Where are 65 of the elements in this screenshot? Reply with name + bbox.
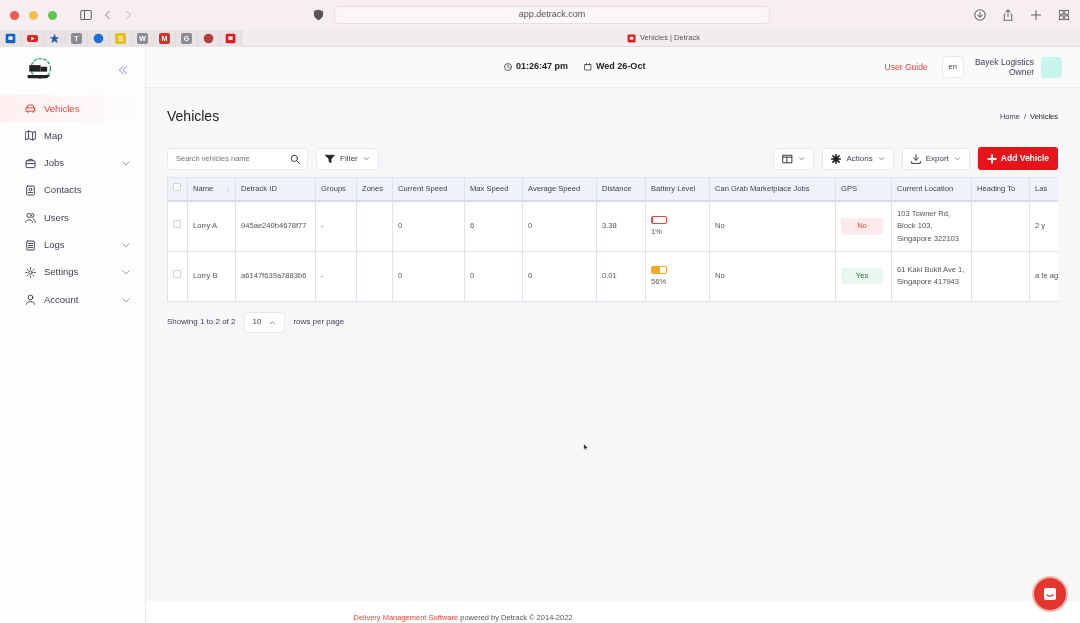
document-icon	[25, 239, 36, 251]
briefcase-icon	[25, 157, 36, 169]
filter-icon	[325, 153, 335, 164]
time-text: 01:26:47 pm	[516, 60, 569, 74]
contact-card-icon	[25, 185, 36, 197]
battery-icon	[652, 267, 666, 274]
clock-icon	[504, 63, 512, 71]
checkbox[interactable]	[173, 183, 181, 192]
rows-per-page-label: rows per page	[293, 316, 345, 329]
sidebar-item[interactable]: Contacts	[0, 176, 145, 205]
chat-icon	[1042, 586, 1058, 602]
actions-button[interactable]: Actions	[822, 147, 894, 170]
caret-icon	[798, 155, 806, 163]
user-role: Owner	[1008, 67, 1034, 78]
search-icon	[290, 153, 300, 164]
bookmark-icon[interactable]	[49, 32, 60, 44]
checkbox[interactable]	[173, 220, 181, 229]
car-icon	[25, 103, 36, 115]
caret-icon	[953, 155, 961, 163]
plus-icon	[986, 153, 997, 164]
page-title: Vehicles	[167, 108, 220, 125]
sidebar-item[interactable]: Logs	[0, 231, 145, 259]
date-text: Wed 26-Oct	[596, 60, 646, 74]
rows-per-page-select[interactable]: 10	[243, 311, 286, 333]
settings-icon	[25, 266, 36, 278]
columns-button[interactable]	[773, 147, 815, 170]
user-guide-link[interactable]: User Guide	[884, 60, 928, 74]
new-tab-icon[interactable]	[1030, 9, 1042, 21]
sidebar-item[interactable]: Map	[0, 122, 145, 150]
settings-icon	[831, 153, 842, 164]
columns-icon	[782, 153, 794, 164]
sidebar-item[interactable]: Account	[0, 286, 145, 314]
bookmark-icon[interactable]	[203, 32, 214, 44]
map-icon	[25, 130, 36, 142]
company-name: Bayek Logistics	[974, 56, 1034, 67]
user-icon	[25, 294, 36, 306]
address-bar[interactable]: app.detrack.com	[334, 6, 770, 24]
chat-button[interactable]	[1032, 576, 1068, 612]
caret-icon	[877, 155, 885, 163]
caret-up-icon	[269, 318, 277, 326]
tab-overview-icon[interactable]	[1058, 9, 1070, 21]
bookmark-icon[interactable]	[27, 32, 38, 44]
add-vehicle-button[interactable]: Add Vehicle	[977, 147, 1058, 171]
battery-icon	[652, 217, 666, 224]
sidebar-item[interactable]: Users	[0, 204, 145, 232]
download-icon	[910, 153, 921, 164]
checkbox[interactable]	[173, 270, 181, 279]
collapse-icon[interactable]	[117, 64, 129, 76]
bookmark-icon[interactable]	[225, 32, 236, 44]
users-icon	[25, 212, 36, 224]
sidebar-toggle-icon[interactable]	[79, 9, 93, 21]
caret-icon	[362, 155, 370, 163]
share-icon[interactable]	[1002, 9, 1014, 21]
cursor-icon	[583, 442, 590, 452]
shield-icon	[313, 9, 324, 21]
bookmark-icon[interactable]	[93, 32, 104, 44]
bookmark-icon[interactable]	[5, 32, 16, 44]
filter-button[interactable]: Filter	[316, 147, 379, 170]
sidebar-item[interactable]: Settings	[0, 258, 145, 287]
download-icon[interactable]	[974, 9, 986, 21]
sidebar-item[interactable]: Jobs	[0, 149, 145, 177]
calendar-icon	[584, 63, 593, 71]
export-button[interactable]: Export	[901, 147, 970, 170]
tab-favicon-icon	[627, 33, 636, 43]
pagination-summary: Showing 1 to 2 of 2	[167, 316, 236, 329]
